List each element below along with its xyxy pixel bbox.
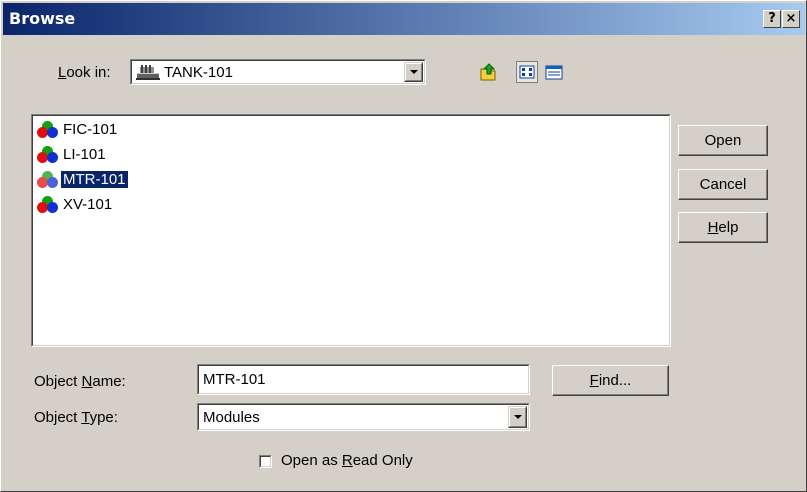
list-view-icon[interactable]	[516, 61, 538, 83]
look-in-value: TANK-101	[164, 64, 233, 81]
dialog-title: Browse	[9, 9, 76, 28]
object-type-dropdown-button[interactable]	[508, 406, 527, 428]
help-title-button[interactable]: ?	[763, 10, 781, 28]
title-bar[interactable]: Browse ? ×	[3, 3, 805, 35]
module-icon	[35, 194, 61, 214]
object-type-combo[interactable]: Modules	[197, 403, 530, 431]
list-item-selected[interactable]: MTR-101	[35, 168, 129, 190]
open-button[interactable]: Open	[678, 125, 768, 156]
object-name-label: Object Name:	[34, 373, 126, 390]
look-in-combo[interactable]: TANK-101	[130, 59, 426, 85]
help-button[interactable]: Help	[678, 212, 768, 243]
list-item[interactable]: XV-101	[35, 193, 114, 215]
read-only-label[interactable]: Open as Read Only	[281, 452, 413, 469]
up-folder-icon[interactable]	[478, 61, 500, 83]
module-icon	[35, 144, 61, 164]
list-item[interactable]: LI-101	[35, 143, 108, 165]
object-list[interactable]: FIC-101 LI-101 MTR-101 XV-101	[31, 114, 671, 347]
chevron-down-icon	[513, 415, 522, 419]
module-icon	[35, 119, 61, 139]
close-button[interactable]: ×	[782, 10, 800, 28]
look-in-label: Look in:	[58, 64, 111, 81]
list-item[interactable]: FIC-101	[35, 118, 119, 140]
look-in-dropdown-button[interactable]	[404, 62, 423, 82]
chevron-down-icon	[409, 70, 418, 74]
read-only-checkbox[interactable]	[259, 455, 272, 468]
details-view-icon[interactable]	[543, 61, 565, 83]
tank-icon	[136, 64, 160, 80]
find-button[interactable]: Find...	[552, 365, 669, 396]
object-name-field[interactable]: MTR-101	[197, 364, 530, 395]
module-icon	[35, 169, 61, 189]
cancel-button[interactable]: Cancel	[678, 169, 768, 200]
object-type-label: Object Type:	[34, 409, 118, 426]
browse-dialog: Browse ? × Look in: TANK-101 FIC-101 LI-…	[0, 0, 807, 492]
